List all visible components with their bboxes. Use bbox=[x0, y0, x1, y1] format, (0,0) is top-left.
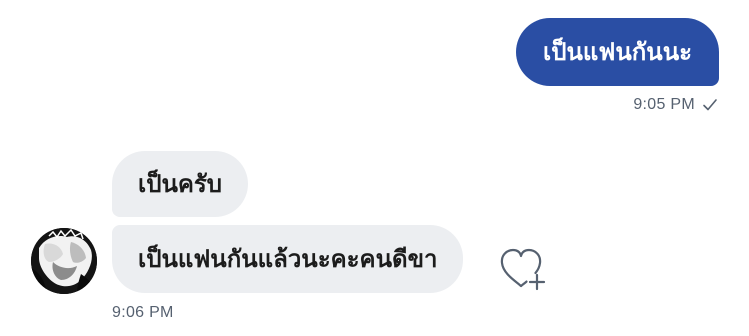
message-text: เป็นแฟนกันนะ bbox=[543, 38, 692, 66]
outgoing-message-meta: 9:05 PM bbox=[633, 94, 719, 116]
chat-thread: เป็นแฟนกันนะ 9:05 PM เป็นครับ เป็นแฟนกัน… bbox=[0, 0, 749, 336]
incoming-message-bubble[interactable]: เป็นแฟนกันแล้วนะคะคนดีขา bbox=[112, 225, 464, 293]
incoming-message-bubble[interactable]: เป็นครับ bbox=[112, 151, 249, 217]
message-timestamp: 9:06 PM bbox=[112, 304, 174, 321]
incoming-message-meta: 9:06 PM bbox=[112, 302, 174, 324]
heart-plus-icon[interactable] bbox=[497, 244, 549, 292]
message-text: เป็นครับ bbox=[138, 170, 223, 198]
avatar[interactable] bbox=[31, 228, 97, 294]
check-icon bbox=[701, 96, 719, 114]
outgoing-message-bubble[interactable]: เป็นแฟนกันนะ bbox=[516, 18, 719, 86]
message-text: เป็นแฟนกันแล้วนะคะคนดีขา bbox=[138, 245, 438, 273]
message-timestamp: 9:05 PM bbox=[633, 96, 695, 113]
